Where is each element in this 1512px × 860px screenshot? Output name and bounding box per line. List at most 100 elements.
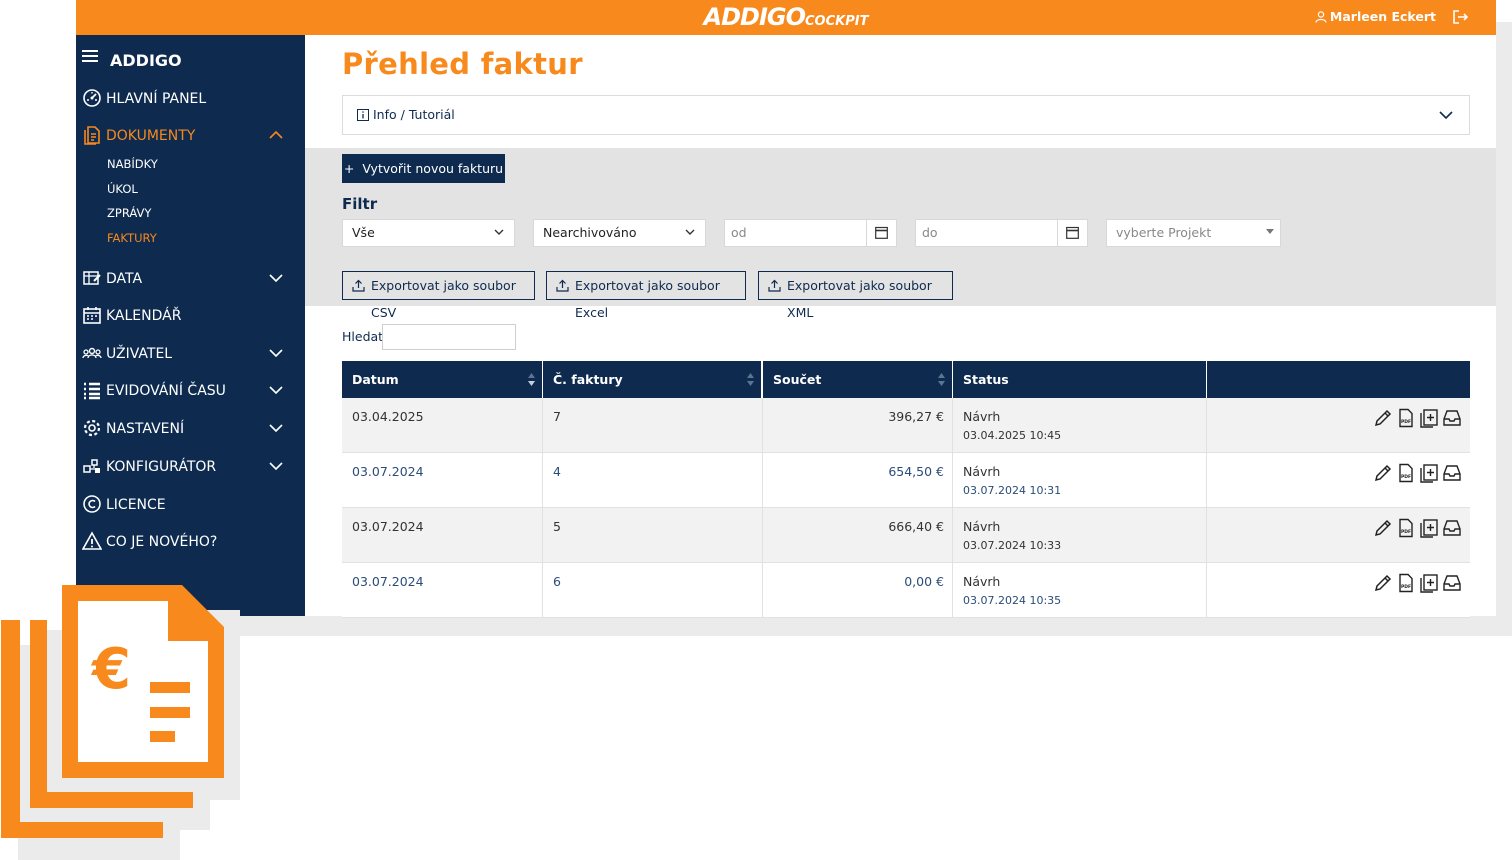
brand-sub: COCKPIT bbox=[805, 14, 869, 29]
dashboard-icon bbox=[83, 89, 101, 107]
cell-sum: 666,40 € bbox=[763, 508, 953, 563]
export-excel-button[interactable]: Exportovat jako soubor Excel bbox=[546, 271, 746, 320]
column-header-date[interactable]: Datum bbox=[342, 361, 542, 398]
cell-sum: 654,50 € bbox=[763, 453, 953, 508]
svg-text:PDF: PDF bbox=[1401, 584, 1411, 590]
chevron-down-icon[interactable] bbox=[1439, 108, 1453, 122]
sidebar-item-users[interactable]: UŽIVATEL bbox=[82, 342, 297, 366]
cell-sum: 396,27 € bbox=[763, 398, 953, 453]
pdf-icon[interactable]: PDF bbox=[1396, 518, 1416, 538]
invoice-sum: 654,50 € bbox=[888, 464, 944, 479]
invoice-date: 03.07.2024 bbox=[352, 464, 424, 479]
edit-icon[interactable] bbox=[1373, 573, 1393, 593]
invoice-number: 4 bbox=[553, 464, 561, 479]
invoice-euro-illustration: € bbox=[1, 585, 240, 860]
sidebar-item-data[interactable]: DATA bbox=[82, 267, 297, 291]
chevron-down-icon[interactable] bbox=[269, 346, 283, 360]
edit-icon[interactable] bbox=[1373, 518, 1393, 538]
cell-date: 03.07.2024 bbox=[342, 508, 543, 563]
duplicate-icon[interactable] bbox=[1419, 518, 1439, 538]
invoice-status: Návrh bbox=[963, 519, 1001, 534]
user-icon bbox=[1315, 11, 1327, 23]
column-header-status[interactable]: Status bbox=[953, 361, 1206, 398]
svg-text:PDF: PDF bbox=[1401, 529, 1411, 535]
filter-type-select[interactable]: Vše bbox=[342, 219, 515, 247]
cell-date: 03.07.2024 bbox=[342, 563, 543, 618]
sidebar-item-whats-new[interactable]: CO JE NOVÉHO? bbox=[82, 530, 297, 554]
sidebar-item-license[interactable]: LICENCE bbox=[82, 493, 297, 517]
search-input[interactable] bbox=[382, 324, 516, 350]
archive-icon[interactable] bbox=[1442, 573, 1462, 593]
upload-icon bbox=[556, 279, 569, 292]
cell-actions: PDF bbox=[1207, 563, 1470, 618]
users-icon bbox=[82, 347, 102, 359]
date-from-input[interactable]: od bbox=[724, 219, 897, 247]
sidebar-item-configurator[interactable]: KONFIGURÁTOR bbox=[82, 455, 297, 479]
cell-sum: 0,00 € bbox=[763, 563, 953, 618]
invoice-number: 5 bbox=[553, 519, 561, 534]
svg-text:PDF: PDF bbox=[1401, 474, 1411, 480]
sidebar-subitem-messages[interactable]: ZPRÁVY bbox=[107, 204, 151, 222]
pdf-icon[interactable]: PDF bbox=[1396, 408, 1416, 428]
hamburger-icon[interactable] bbox=[82, 47, 98, 65]
pdf-icon[interactable]: PDF bbox=[1396, 573, 1416, 593]
configurator-icon bbox=[83, 459, 100, 473]
chevron-down-icon bbox=[685, 229, 695, 235]
duplicate-icon[interactable] bbox=[1419, 463, 1439, 483]
search-label: Hledat: bbox=[342, 329, 388, 344]
edit-icon[interactable] bbox=[1373, 463, 1393, 483]
edit-icon[interactable] bbox=[1373, 408, 1393, 428]
date-to-picker[interactable] bbox=[1057, 220, 1087, 246]
sidebar-subitem-invoices[interactable]: FAKTURY bbox=[107, 229, 157, 247]
column-header-sum[interactable]: Součet bbox=[763, 361, 952, 398]
invoice-sum: 0,00 € bbox=[904, 574, 944, 589]
caret-down-icon bbox=[1266, 229, 1274, 234]
chevron-down-icon[interactable] bbox=[269, 421, 283, 435]
archive-icon[interactable] bbox=[1442, 463, 1462, 483]
invoice-status: Návrh bbox=[963, 464, 1001, 479]
status-timestamp: 03.07.2024 10:35 bbox=[963, 594, 1062, 607]
info-icon bbox=[357, 109, 369, 121]
cell-number: 4 bbox=[543, 453, 763, 508]
invoice-status: Návrh bbox=[963, 574, 1001, 589]
cell-status: Návrh 03.07.2024 10:31 bbox=[953, 453, 1207, 508]
export-xml-button[interactable]: Exportovat jako soubor XML bbox=[758, 271, 953, 320]
info-accordion[interactable]: Info / Tutoriál bbox=[342, 95, 1470, 135]
sidebar-item-documents[interactable]: DOKUMENTY bbox=[82, 124, 297, 148]
pdf-icon[interactable]: PDF bbox=[1396, 463, 1416, 483]
project-select[interactable]: vyberte Projekt bbox=[1106, 219, 1281, 247]
create-invoice-button[interactable]: + Vytvořit novou fakturu bbox=[342, 154, 505, 183]
export-csv-button[interactable]: Exportovat jako soubor CSV bbox=[342, 271, 535, 320]
chevron-up-icon[interactable] bbox=[269, 128, 283, 142]
document-icon bbox=[84, 126, 100, 145]
sidebar-item-dashboard[interactable]: HLAVNÍ PANEL bbox=[82, 87, 297, 111]
duplicate-icon[interactable] bbox=[1419, 408, 1439, 428]
archive-icon[interactable] bbox=[1442, 518, 1462, 538]
chevron-down-icon[interactable] bbox=[269, 271, 283, 285]
archive-icon[interactable] bbox=[1442, 408, 1462, 428]
filter-archive-select[interactable]: Nearchivováno bbox=[533, 219, 706, 247]
logout-icon[interactable] bbox=[1452, 9, 1470, 25]
sidebar-item-calendar[interactable]: KALENDÁŘ bbox=[82, 304, 297, 328]
sort-icon bbox=[528, 373, 535, 386]
chevron-down-icon[interactable] bbox=[269, 459, 283, 473]
cell-status: Návrh 03.07.2024 10:35 bbox=[953, 563, 1207, 618]
sidebar-item-settings[interactable]: NASTAVENÍ bbox=[82, 417, 297, 441]
calendar-icon bbox=[1066, 226, 1079, 239]
duplicate-icon[interactable] bbox=[1419, 573, 1439, 593]
brand-main: ADDIGO bbox=[703, 3, 806, 31]
calendar-icon bbox=[83, 307, 101, 324]
cell-actions: PDF bbox=[1207, 508, 1470, 563]
user-menu[interactable]: Marleen Eckert bbox=[1315, 0, 1436, 35]
chevron-down-icon[interactable] bbox=[269, 383, 283, 397]
sidebar-item-time-tracking[interactable]: EVIDOVÁNÍ ČASU bbox=[82, 379, 297, 403]
column-header-number[interactable]: Č. faktury bbox=[543, 361, 761, 398]
status-timestamp: 03.07.2024 10:31 bbox=[963, 484, 1062, 497]
sidebar-subitem-offers[interactable]: NABÍDKY bbox=[107, 155, 158, 173]
sidebar-subitem-task[interactable]: ÚKOL bbox=[107, 180, 138, 198]
date-to-input[interactable]: do bbox=[915, 219, 1088, 247]
cell-actions: PDF bbox=[1207, 398, 1470, 453]
plus-icon: + bbox=[343, 161, 363, 176]
row-actions: PDF bbox=[1370, 463, 1462, 483]
date-from-picker[interactable] bbox=[866, 220, 896, 246]
